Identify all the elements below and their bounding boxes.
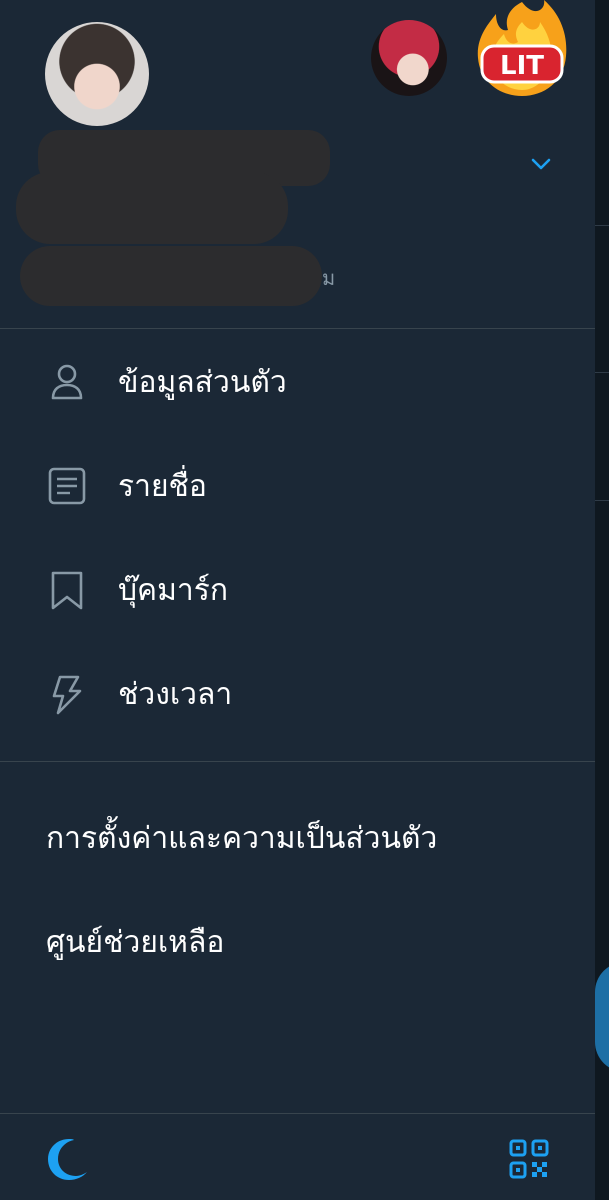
avatar[interactable] [45, 22, 149, 126]
chevron-down-icon[interactable] [528, 151, 554, 177]
redacted-handle [16, 172, 288, 244]
screen: LIT ม ข้อมูลส่วนตัว รายชื่อ บุ๊คมาร์ก ช่… [0, 0, 609, 1200]
settings-privacy-link[interactable]: การตั้งค่าและความเป็นส่วนตัว [46, 815, 437, 862]
qr-code-icon[interactable] [508, 1138, 550, 1180]
lit-fire-badge: LIT [477, 0, 567, 96]
menu-item-profile[interactable]: ข้อมูลส่วนตัว [0, 337, 595, 427]
redacted-follow-counts [20, 246, 322, 306]
header-divider [0, 328, 595, 329]
lit-badge-text: LIT [500, 51, 544, 81]
person-icon [51, 364, 83, 400]
menu-item-label: รายชื่อ [118, 468, 207, 504]
menu-item-bookmarks[interactable]: บุ๊คมาร์ก [0, 545, 595, 635]
moon-icon[interactable] [46, 1136, 90, 1180]
menu-item-moments[interactable]: ช่วงเวลา [0, 649, 595, 739]
help-center-link[interactable]: ศูนย์ช่วยเหลือ [46, 919, 224, 966]
lightning-icon [52, 675, 82, 715]
timeline-peek [595, 0, 609, 1200]
follow-count-suffix: ม [322, 266, 336, 290]
timeline-divider [595, 500, 609, 501]
menu-item-label: ข้อมูลส่วนตัว [118, 364, 287, 400]
timeline-divider [595, 372, 609, 373]
bookmark-icon [51, 571, 83, 610]
compose-fab [595, 962, 609, 1072]
menu-item-label: ช่วงเวลา [118, 676, 233, 712]
timeline-divider [595, 225, 609, 226]
list-icon [48, 467, 86, 505]
secondary-account-avatar[interactable] [371, 20, 447, 96]
menu-item-lists[interactable]: รายชื่อ [0, 441, 595, 531]
navigation-drawer: LIT ม ข้อมูลส่วนตัว รายชื่อ บุ๊คมาร์ก ช่… [0, 0, 595, 1200]
menu-divider [0, 761, 595, 762]
menu-item-label: บุ๊คมาร์ก [118, 572, 229, 608]
